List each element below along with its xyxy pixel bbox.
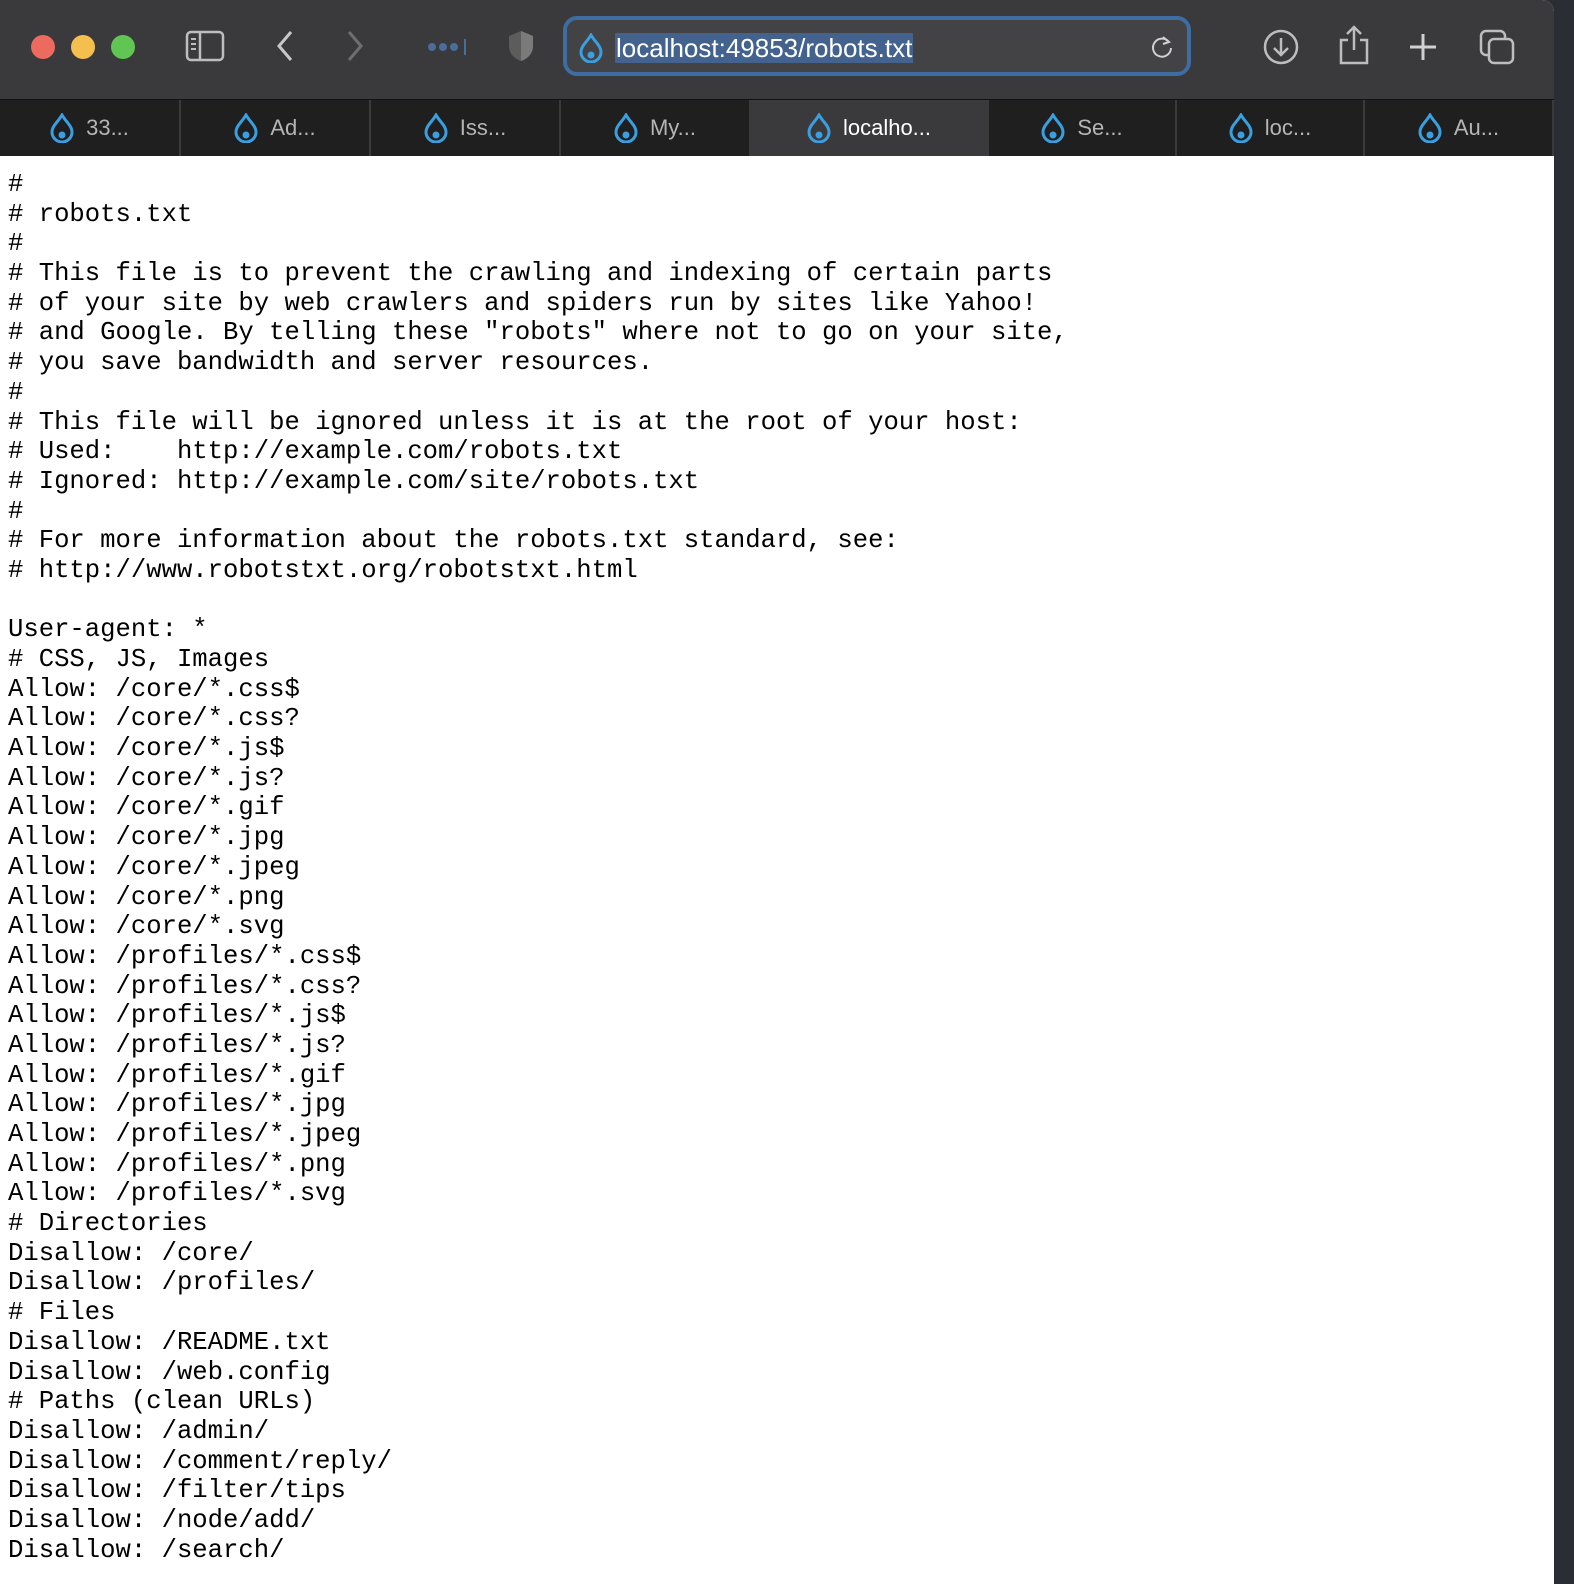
drupal-favicon-icon	[234, 113, 258, 143]
text-line: #	[8, 170, 24, 199]
text-line: # CSS, JS, Images	[8, 645, 270, 674]
browser-tab[interactable]: Au...	[1365, 100, 1554, 156]
text-line: #	[8, 229, 24, 259]
reload-icon[interactable]	[1149, 34, 1175, 60]
text-line: Allow: /core/*.css?	[8, 704, 300, 734]
back-button[interactable]	[270, 28, 300, 64]
tab-label: loc...	[1264, 115, 1312, 140]
tab-label: Iss...	[459, 115, 507, 140]
text-line: # Used: http://example.com/robots.txt	[8, 437, 623, 467]
text-line: Disallow: /search/	[8, 1535, 285, 1565]
drupal-favicon-icon	[1418, 113, 1442, 143]
text-line: Allow: /core/*.jpg	[8, 823, 285, 853]
text-line: Disallow: /profiles/	[8, 1268, 316, 1298]
browser-tab[interactable]: Se...	[989, 100, 1177, 156]
text-line: # Files	[8, 1298, 116, 1328]
robots-txt-content: # # robots.txt # # This file is to prevent …	[8, 170, 1068, 1565]
tab-bar: 33... Ad... Iss... My... localho... Se... loc.…	[0, 99, 1554, 156]
drupal-favicon-icon	[424, 113, 448, 143]
text-line: # of your site by web crawlers and spide…	[8, 288, 1038, 318]
new-tab-icon[interactable]	[1406, 30, 1440, 64]
text-line: #	[8, 377, 24, 407]
text-line: # For more information about the robots.…	[8, 526, 899, 556]
text-line: Allow: /core/*.js$	[8, 734, 285, 764]
address-bar[interactable]: localhost:49853/robots.txt	[563, 16, 1191, 76]
text-line: Disallow: /node/add/	[8, 1505, 316, 1535]
tab-label: Ad...	[270, 115, 316, 140]
text-line: #	[8, 496, 24, 526]
privacy-shield-icon[interactable]	[506, 28, 536, 64]
text-line: Allow: /profiles/*.gif	[8, 1060, 346, 1090]
browser-tab[interactable]: Iss...	[371, 100, 561, 156]
text-line: Allow: /profiles/*.css?	[8, 971, 362, 1001]
text-line: Allow: /profiles/*.svg	[8, 1179, 346, 1209]
tab-label: Au...	[1453, 115, 1500, 140]
url-text[interactable]: localhost:49853/robots.txt	[615, 33, 914, 63]
text-line: # and Google. By telling these "robots" …	[8, 318, 1068, 348]
text-line: # This file is to prevent the crawling a…	[8, 259, 1053, 289]
minimize-window-button[interactable]	[71, 35, 95, 59]
browser-window: localhost:49853/robots.txt 33... Ad... Iss…	[0, 0, 1554, 1584]
text-line: Allow: /profiles/*.png	[8, 1149, 346, 1179]
browser-tab[interactable]: localho...	[751, 100, 989, 156]
tab-label: 33...	[86, 115, 129, 140]
drupal-favicon-icon	[50, 113, 74, 143]
text-line: # http://www.robotstxt.org/robotstxt.htm…	[8, 555, 638, 585]
zoom-window-button[interactable]	[111, 35, 135, 59]
text-line: Disallow: /web.config	[8, 1357, 331, 1387]
text-line: Allow: /core/*.gif	[8, 793, 285, 823]
sidebar-toggle-icon[interactable]	[184, 28, 226, 64]
text-line: Allow: /profiles/*.jpeg	[8, 1120, 362, 1149]
text-line: Allow: /profiles/*.css$	[8, 941, 362, 971]
text-line: # Directories	[8, 1209, 208, 1239]
text-line: Allow: /profiles/*.js$	[8, 1001, 346, 1031]
text-line: # Ignored: http://example.com/site/robot…	[8, 466, 700, 496]
extensions-icon[interactable]	[426, 36, 470, 58]
browser-toolbar: localhost:49853/robots.txt	[0, 0, 1554, 99]
text-line: Allow: /profiles/*.js?	[8, 1030, 346, 1060]
share-icon[interactable]	[1336, 24, 1372, 66]
text-line: # robots.txt	[8, 199, 193, 229]
text-line: Allow: /core/*.svg	[8, 912, 285, 942]
browser-tab[interactable]: My...	[561, 100, 751, 156]
text-line: Allow: /core/*.jpeg	[8, 852, 300, 882]
drupal-favicon-icon	[1229, 113, 1253, 143]
site-favicon-icon	[579, 33, 603, 63]
browser-tab[interactable]: 33...	[0, 100, 181, 156]
text-line: Allow: /core/*.js?	[8, 763, 285, 793]
tab-label: localho...	[842, 115, 932, 140]
text-line: Disallow: /admin/	[8, 1416, 270, 1446]
tab-label: Se...	[1077, 115, 1123, 140]
close-window-button[interactable]	[31, 35, 55, 59]
text-line: Disallow: /filter/tips	[8, 1476, 346, 1506]
drupal-favicon-icon	[807, 113, 831, 143]
text-line: User-agent: *	[8, 615, 208, 645]
downloads-icon[interactable]	[1262, 28, 1300, 66]
text-line: # Paths (clean URLs)	[8, 1387, 316, 1417]
text-line: Disallow: /core/	[8, 1238, 254, 1268]
text-line: Allow: /core/*.png	[8, 882, 285, 912]
drupal-favicon-icon	[1041, 113, 1065, 143]
text-line: # This file will be ignored unless it is…	[8, 407, 1022, 437]
forward-button[interactable]	[340, 28, 370, 64]
text-line: Allow: /core/*.css$	[8, 674, 300, 704]
text-line: Allow: /profiles/*.jpg	[8, 1090, 346, 1120]
drupal-favicon-icon	[614, 113, 638, 143]
text-line: Disallow: /comment/reply/	[8, 1446, 392, 1476]
text-line	[8, 586, 1068, 616]
browser-tab[interactable]: loc...	[1177, 100, 1365, 156]
tab-label: My...	[649, 115, 697, 140]
text-line: # you save bandwidth and server resource…	[8, 348, 654, 378]
tab-overview-icon[interactable]	[1478, 28, 1516, 66]
browser-tab[interactable]: Ad...	[181, 100, 371, 156]
text-line: Disallow: /README.txt	[8, 1327, 331, 1357]
